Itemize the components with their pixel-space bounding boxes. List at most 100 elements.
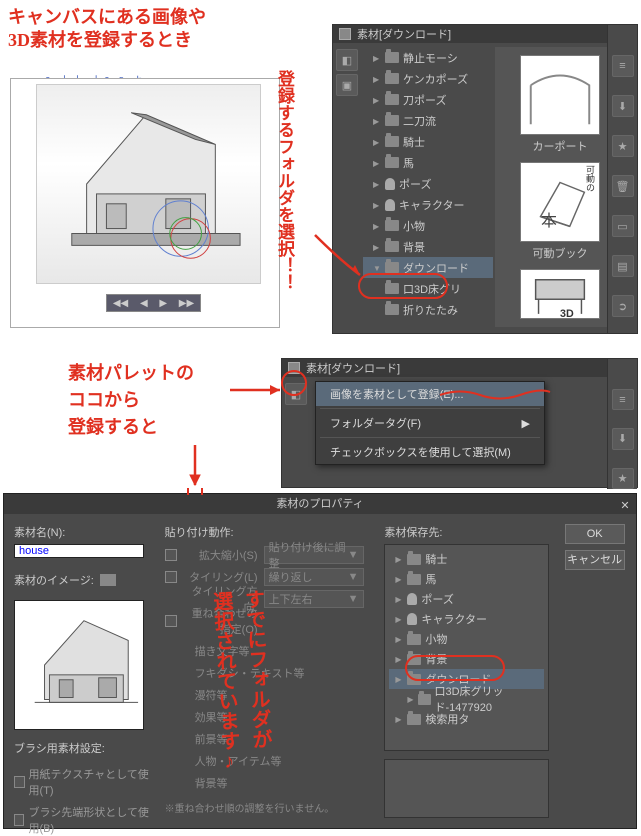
tree-item-キャラクター[interactable]: ▶キャラクター (363, 194, 493, 215)
nav-play-icon[interactable]: ▶ (159, 298, 167, 309)
tool-btn-1[interactable]: ◧ (336, 49, 358, 71)
house-image (36, 84, 261, 284)
category-効果等[interactable]: 効果等 (165, 706, 373, 728)
tree-item-背景[interactable]: ▶背景 (363, 236, 493, 257)
annotation-arrow-3 (180, 440, 210, 500)
tree-arrow-icon: ▶ (373, 54, 381, 62)
menu-separator (320, 408, 540, 409)
svg-text:3D: 3D (560, 308, 574, 319)
ok-button[interactable]: OK (565, 524, 625, 544)
close-icon[interactable]: ✕ (618, 496, 632, 510)
material-properties-dialog: 素材のプロパティ ✕ 素材名(N): 素材のイメージ: ブラシ用素材設定: 用紙… (3, 493, 637, 829)
overlay-note: ※重ね合わせ順の調整を行いません。 (165, 800, 373, 815)
tree-item-騎士[interactable]: ▶騎士 (363, 131, 493, 152)
tree-arrow-icon: ▶ (395, 655, 403, 663)
dialog-title-bar: 素材のプロパティ ✕ (4, 494, 636, 514)
category-人物・アイテム等[interactable]: 人物・アイテム等 (165, 750, 373, 772)
chk-brush-tip[interactable]: ブラシ先端形状として使用(B) (14, 804, 153, 836)
side-btn-page[interactable]: ▤ (612, 255, 634, 277)
panel-mid-left-toolbar: ◧ (282, 377, 310, 487)
image-icon[interactable] (100, 574, 116, 586)
tree-item-二刀流[interactable]: ▶二刀流 (363, 110, 493, 131)
tree-arrow-icon: ▶ (373, 138, 381, 146)
layer-icon (288, 362, 300, 374)
tree-item-折りたたみ[interactable]: 折りたたみ (363, 299, 493, 320)
tree-item-ケンカポーズ[interactable]: ▶ケンカポーズ (363, 68, 493, 89)
side-btn-menu[interactable]: ≡ (612, 55, 634, 77)
folder-icon (407, 574, 421, 585)
paste-behavior-label: 貼り付け動作: (165, 524, 373, 540)
side-btn-m3[interactable]: ★ (612, 468, 634, 489)
category-背景等[interactable]: 背景等 (165, 772, 373, 794)
paste-option-3[interactable]: 重ね合わせの指定(O) (165, 610, 373, 632)
chk-paper-texture[interactable]: 用紙テクスチャとして使用(T) (14, 766, 153, 798)
tree-item-ポーズ[interactable]: ▶ポーズ (363, 173, 493, 194)
tree-item-小物[interactable]: ▶小物 (363, 215, 493, 236)
category-前景等[interactable]: 前景等 (165, 728, 373, 750)
save-tree-item-背景[interactable]: ▶背景 (389, 649, 544, 669)
side-btn-download[interactable]: ⬇ (612, 95, 634, 117)
save-tree-item-ポーズ[interactable]: ▶ポーズ (389, 589, 544, 609)
tree-arrow-icon: ▶ (373, 75, 381, 83)
save-tree-item-キャラクター[interactable]: ▶キャラクター (389, 609, 544, 629)
tree-arrow-icon: ▶ (373, 201, 381, 209)
folder-tree[interactable]: ▶静止モーシ▶ケンカポーズ▶刀ポーズ▶二刀流▶騎士▶馬▶ポーズ▶キャラクター▶小… (363, 47, 493, 327)
panel-right-toolbar: ≡ ⬇ ★ 🗑 ▭ ▤ ➲ (607, 25, 637, 333)
checkbox-icon[interactable] (165, 571, 177, 583)
folder-icon (385, 283, 399, 294)
panel-mid-right-toolbar: ≡ ⬇ ★ (607, 359, 637, 489)
canvas-nav-bar[interactable]: ◀◀ ◀ ▶ ▶▶ (106, 294, 201, 312)
tree-arrow-icon: ▼ (373, 264, 381, 272)
side-btn-open[interactable]: ➲ (612, 295, 634, 317)
combo-2[interactable]: 上下左右▼ (264, 590, 364, 608)
folder-icon (385, 262, 399, 273)
nav-first-icon[interactable]: ◀◀ (113, 298, 128, 309)
tool-btn-2[interactable]: ▣ (336, 74, 358, 96)
save-tree-item-騎士[interactable]: ▶騎士 (389, 549, 544, 569)
tree-arrow-icon: ▶ (395, 595, 403, 603)
canvas-preview: ◀◀ ◀ ▶ ▶▶ (10, 78, 280, 328)
side-btn-m2[interactable]: ⬇ (612, 428, 634, 449)
save-tree-item-口3D床グリッド-1477920[interactable]: ▶口3D床グリッド-1477920 (389, 689, 544, 709)
category-描き文字等[interactable]: 描き文字等 (165, 640, 373, 662)
tool-btn-m1[interactable]: ◧ (285, 383, 307, 405)
side-btn-star[interactable]: ★ (612, 135, 634, 157)
tree-item-ダウンロード[interactable]: ▼ダウンロード (363, 257, 493, 278)
menu-checkbox-select[interactable]: チェックボックスを使用して選択(M) (316, 440, 544, 464)
combo-1[interactable]: 繰り返し▼ (264, 568, 364, 586)
side-btn-trash[interactable]: 🗑 (612, 175, 634, 197)
paste-option-0[interactable]: 拡大縮小(S)貼り付け後に調整▼ (165, 544, 373, 566)
folder-icon (385, 157, 399, 168)
tree-arrow-icon: ▶ (373, 222, 381, 230)
save-folder-tree[interactable]: ▶騎士▶馬▶ポーズ▶キャラクター▶小物▶背景▶ダウンロード▶口3D床グリッド-1… (384, 544, 549, 751)
tree-item-静止モーシ[interactable]: ▶静止モーシ (363, 47, 493, 68)
search-tags-area[interactable] (384, 759, 549, 818)
thumb-book[interactable]: 可動の本 可動ブック (520, 162, 600, 261)
save-tree-item-小物[interactable]: ▶小物 (389, 629, 544, 649)
material-image-label: 素材のイメージ: (14, 572, 153, 588)
nav-prev-icon[interactable]: ◀ (140, 298, 148, 309)
folder-icon (407, 654, 421, 665)
tree-item-刀ポーズ[interactable]: ▶刀ポーズ (363, 89, 493, 110)
tree-arrow-icon: ▶ (395, 575, 403, 583)
combo-0[interactable]: 貼り付け後に調整▼ (264, 546, 364, 564)
category-フキダシ・テキスト等[interactable]: フキダシ・テキスト等 (165, 662, 373, 684)
person-icon (385, 178, 395, 190)
thumb-3d[interactable]: 3D (520, 269, 600, 319)
tree-item-馬[interactable]: ▶馬 (363, 152, 493, 173)
material-name-input[interactable] (14, 544, 144, 558)
checkbox-icon[interactable] (165, 549, 177, 561)
checkbox-icon[interactable] (165, 615, 177, 627)
save-tree-item-馬[interactable]: ▶馬 (389, 569, 544, 589)
thumb-carport[interactable]: カーポート (520, 55, 600, 154)
annotation-1: キャンバスにある画像や 3D素材を登録するとき (8, 6, 206, 53)
side-btn-m1[interactable]: ≡ (612, 389, 634, 410)
menu-folder-tag[interactable]: フォルダータグ(F)▶ (316, 411, 544, 435)
material-name-label: 素材名(N): (14, 524, 153, 540)
nav-next-icon[interactable]: ▶▶ (179, 298, 194, 309)
side-btn-folder[interactable]: ▭ (612, 215, 634, 237)
menu-register-image[interactable]: 画像を素材として登録(E)... (316, 382, 544, 406)
cancel-button[interactable]: キャンセル (565, 550, 625, 570)
tree-item-口3D床グリ[interactable]: 口3D床グリ (363, 278, 493, 299)
category-漫符等[interactable]: 漫符等 (165, 684, 373, 706)
